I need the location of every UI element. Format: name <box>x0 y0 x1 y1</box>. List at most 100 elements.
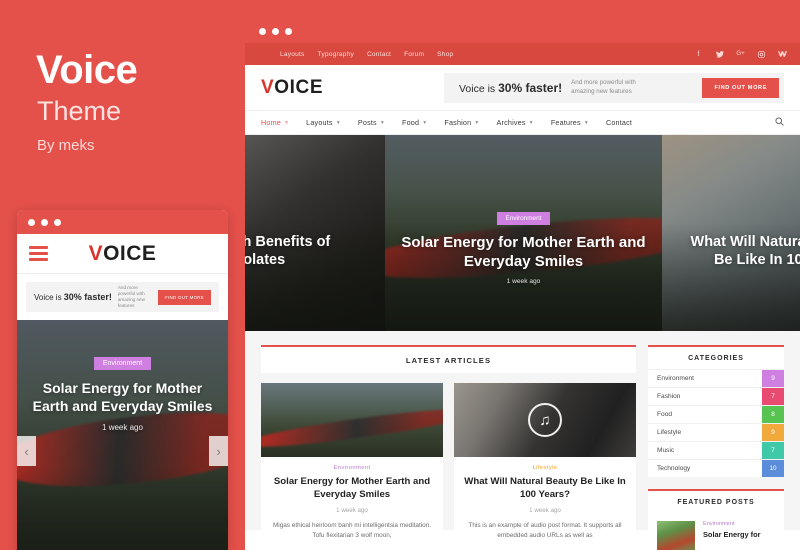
topnav-item-typography[interactable]: Typography <box>318 51 354 58</box>
category-row-fashion[interactable]: Fashion 7 <box>648 387 784 405</box>
mobile-hero-badge[interactable]: Environment <box>93 357 152 370</box>
mobile-banner-text: Voice is 30% faster! <box>34 292 112 302</box>
logo-initial: V <box>88 241 104 265</box>
category-count-badge: 9 <box>762 370 784 387</box>
article-title[interactable]: What Will Natural Beauty Be Like In 100 … <box>463 476 627 502</box>
featured-post-text: Environment Solar Energy for <box>703 521 761 550</box>
mobile-logo[interactable]: VOICE <box>17 242 228 266</box>
featured-post-title[interactable]: Solar Energy for <box>703 530 761 540</box>
article-title[interactable]: Solar Energy for Mother Earth and Everyd… <box>270 476 434 502</box>
window-dot-minimize[interactable] <box>272 28 279 35</box>
category-row-environment[interactable]: Environment 9 <box>648 369 784 387</box>
hero-slide-environment[interactable]: Environment Solar Energy for Mother Eart… <box>385 135 662 331</box>
mobile-promo-banner: Voice is 30% faster! And more powerful w… <box>26 282 219 312</box>
category-name: Fashion <box>657 393 681 400</box>
article-category[interactable]: Lifestyle <box>463 465 627 471</box>
logo-rest: OICE <box>103 241 157 265</box>
article-card-list: Environment Solar Energy for Mother Eart… <box>261 383 636 542</box>
mobile-hero-slider[interactable]: ‹ › Environment Solar Energy for Mother … <box>17 320 228 550</box>
hero-slide-content: Environment Solar Energy for Mother Eart… <box>385 207 662 285</box>
nav-item-features[interactable]: Features ▼ <box>551 118 589 127</box>
category-name: Food <box>657 411 673 418</box>
category-name: Lifestyle <box>657 429 682 436</box>
article-card[interactable]: Environment Solar Energy for Mother Eart… <box>261 383 443 542</box>
nav-item-home[interactable]: Home ▼ <box>261 118 289 127</box>
top-utility-bar: Layouts Typography Contact Forum Shop f … <box>245 43 800 65</box>
article-thumbnail[interactable] <box>261 383 443 457</box>
hero-title[interactable]: Solar Energy for Mother Earth and Everyd… <box>385 233 662 271</box>
nav-item-archives[interactable]: Archives ▼ <box>497 118 534 127</box>
facebook-icon[interactable]: f <box>694 50 703 59</box>
google-plus-icon[interactable]: G+ <box>736 50 745 59</box>
hero-badge-environment[interactable]: Environment <box>496 212 551 225</box>
nav-label: Features <box>550 118 581 127</box>
hero-date: 1 week ago <box>506 278 541 286</box>
hero-slide-lifestyle[interactable]: Lifestyle What Will Natural Beauty Be Li… <box>662 135 800 331</box>
nav-label: Home <box>261 118 281 127</box>
chevron-down-icon: ▼ <box>583 119 589 126</box>
main-column: LATEST ARTICLES Environment Solar Energy… <box>261 345 636 542</box>
find-out-more-button[interactable]: FIND OUT MORE <box>702 77 779 98</box>
nav-item-contact[interactable]: Contact <box>606 118 632 127</box>
window-dot-minimize[interactable] <box>41 218 48 226</box>
twitter-icon[interactable] <box>715 50 724 59</box>
article-thumbnail[interactable]: ♫ <box>454 383 636 457</box>
mobile-find-out-more-button[interactable]: FIND OUT MORE <box>158 289 211 305</box>
vk-icon[interactable] <box>778 50 787 59</box>
mobile-slider-prev-button[interactable]: ‹ <box>17 436 36 466</box>
search-icon[interactable] <box>775 117 784 128</box>
topnav-item-forum[interactable]: Forum <box>404 51 424 58</box>
featured-post-category[interactable]: Environment <box>703 521 761 527</box>
nav-item-fashion[interactable]: Fashion ▼ <box>444 118 479 127</box>
article-excerpt: This is an example of audio post format.… <box>468 521 622 540</box>
search-glyph <box>775 117 784 126</box>
instagram-icon[interactable] <box>757 50 766 59</box>
category-row-food[interactable]: Food 8 <box>648 405 784 423</box>
instagram-glyph <box>758 50 765 58</box>
category-row-technology[interactable]: Technology 10 <box>648 459 784 477</box>
hero-slider[interactable]: Food Health Benefits of Chocolates 1 wee… <box>245 135 800 331</box>
category-count-badge: 8 <box>762 406 784 423</box>
mobile-slider-next-button[interactable]: › <box>209 436 228 466</box>
nav-item-food[interactable]: Food ▼ <box>402 118 427 127</box>
hamburger-menu-icon[interactable] <box>29 246 48 261</box>
article-category[interactable]: Environment <box>270 465 434 471</box>
category-name: Environment <box>657 375 695 382</box>
chevron-down-icon: ▼ <box>379 119 386 126</box>
mobile-hero-title[interactable]: Solar Energy for Mother Earth and Everyd… <box>17 379 228 416</box>
vk-glyph <box>778 51 787 57</box>
article-card-body: Lifestyle What Will Natural Beauty Be Li… <box>454 457 636 542</box>
nav-label: Posts <box>357 118 377 127</box>
nav-item-layouts[interactable]: Layouts ▼ <box>306 118 341 127</box>
article-card-body: Environment Solar Energy for Mother Eart… <box>261 457 443 542</box>
category-count-badge: 7 <box>762 388 784 405</box>
window-dot-close[interactable] <box>259 28 266 35</box>
featured-post-thumbnail[interactable] <box>657 521 695 550</box>
category-row-lifestyle[interactable]: Lifestyle 9 <box>648 423 784 441</box>
article-card[interactable]: ♫ Lifestyle What Will Natural Beauty Be … <box>454 383 636 542</box>
browser-window-chrome <box>245 20 800 43</box>
topnav-item-shop[interactable]: Shop <box>437 51 453 58</box>
screenshot-stage: Voice Theme By meks VOICE Voice is 30% f… <box>0 0 800 550</box>
logo-rest: OICE <box>274 76 324 98</box>
hero-title[interactable]: Health Benefits of Chocolates <box>245 233 385 270</box>
window-dot-maximize[interactable] <box>54 218 61 226</box>
chevron-down-icon: ▼ <box>528 119 534 126</box>
site-logo[interactable]: VOICE <box>261 77 323 99</box>
window-dot-maximize[interactable] <box>285 28 292 35</box>
nav-item-posts[interactable]: Posts ▼ <box>358 118 385 127</box>
topnav-item-layouts[interactable]: Layouts <box>280 51 305 58</box>
latest-articles-heading: LATEST ARTICLES <box>261 345 636 373</box>
audio-note-icon[interactable]: ♫ <box>528 403 562 437</box>
main-nav-list: Home ▼ Layouts ▼ Posts ▼ Food ▼ Fashion ▼ Arc… <box>261 118 632 127</box>
promo-byline: By meks <box>37 137 95 154</box>
window-dot-close[interactable] <box>28 218 35 226</box>
category-count-badge: 7 <box>762 442 784 459</box>
hero-slide-content: Lifestyle What Will Natural Beauty Be Li… <box>662 207 800 284</box>
hero-title[interactable]: What Will Natural Beauty Be Like In 100 … <box>662 233 800 270</box>
hero-date: 1 week ago <box>245 277 385 284</box>
hero-slide-food[interactable]: Food Health Benefits of Chocolates 1 wee… <box>245 135 385 331</box>
topnav-item-contact[interactable]: Contact <box>367 51 391 58</box>
featured-post-item[interactable]: Environment Solar Energy for <box>648 513 784 550</box>
category-row-music[interactable]: Music 7 <box>648 441 784 459</box>
